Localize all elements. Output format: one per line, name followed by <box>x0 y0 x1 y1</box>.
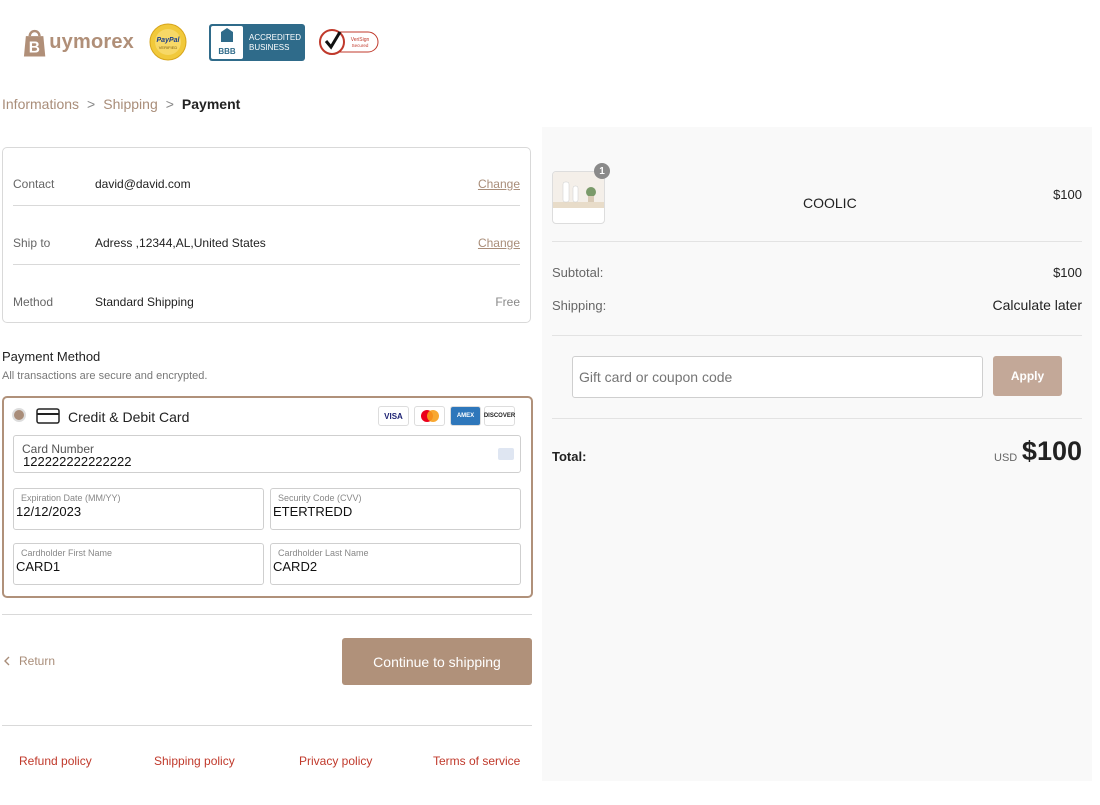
ship-to-value: Adress ,12344,AL,United States <box>95 236 266 250</box>
last-name-field[interactable]: Cardholder Last Name CARD2 <box>270 543 521 585</box>
discover-icon: DISCOVER <box>484 406 515 426</box>
method-row: Method Standard Shipping Free <box>13 273 520 331</box>
security-code-value[interactable]: ETERTREDD <box>273 504 352 519</box>
security-code-field[interactable]: Security Code (CVV) ETERTREDD <box>270 488 521 530</box>
product-price: $100 <box>1053 187 1082 202</box>
first-name-label: Cardholder First Name <box>21 548 113 558</box>
payment-method-title: Payment Method <box>2 349 101 364</box>
total-value: $100 <box>1021 436 1082 466</box>
divider <box>2 725 532 726</box>
logo-initial: B <box>29 40 40 57</box>
contact-label: Contact <box>13 177 55 191</box>
privacy-policy-link[interactable]: Privacy policy <box>299 754 372 768</box>
bbb-line1: ACCREDITED <box>249 33 301 42</box>
shopping-bag-icon: B <box>23 29 46 57</box>
terms-of-service-link[interactable]: Terms of service <box>433 754 520 768</box>
currency-code: USD <box>994 452 1018 464</box>
amex-icon: AMEX <box>450 406 481 426</box>
method-label: Method <box>13 295 54 309</box>
credit-card-radio[interactable] <box>12 408 26 422</box>
continue-to-shipping-button[interactable]: Continue to shipping <box>342 638 532 685</box>
shipping-label: Shipping: <box>552 298 607 313</box>
bbb-accredited-badge: BBB ACCREDITED BUSINESS <box>209 24 305 61</box>
coupon-code-input[interactable] <box>572 356 983 398</box>
bbb-line2: BUSINESS <box>249 43 289 52</box>
card-number-field[interactable]: Card Number 122222222222222 <box>13 435 521 473</box>
paypal-verified-text: VERIFIED <box>159 45 178 50</box>
method-value: Standard Shipping <box>95 295 194 309</box>
breadcrumb: Informations > Shipping > Payment <box>2 96 240 112</box>
change-contact-link[interactable]: Change <box>478 177 520 191</box>
breadcrumb-separator: > <box>87 96 96 112</box>
breadcrumb-shipping[interactable]: Shipping <box>103 96 158 112</box>
shipping-value: Calculate later <box>992 297 1083 313</box>
breadcrumb-payment: Payment <box>181 96 241 112</box>
return-link[interactable]: Return <box>3 654 55 668</box>
divider <box>13 205 520 206</box>
credit-card-label[interactable]: Credit & Debit Card <box>68 409 189 425</box>
divider <box>552 335 1082 336</box>
apply-coupon-button[interactable]: Apply <box>993 356 1062 396</box>
credit-card-icon <box>36 408 60 424</box>
product-image <box>553 172 604 208</box>
breadcrumb-separator: > <box>165 96 174 112</box>
divider <box>552 418 1082 419</box>
bbb-logo-text: BBB <box>218 47 236 56</box>
chevron-left-icon <box>4 656 10 666</box>
last-name-label: Cardholder Last Name <box>278 548 369 558</box>
divider <box>552 241 1082 242</box>
card-number-value[interactable]: 122222222222222 <box>23 454 131 469</box>
verisign-secured-badge: VeriSign Secured <box>319 29 379 55</box>
total-label: Total: <box>552 449 587 464</box>
last-name-value[interactable]: CARD2 <box>273 559 317 574</box>
card-mini-icon <box>498 448 514 460</box>
subtotal-label: Subtotal: <box>552 265 604 280</box>
divider <box>2 614 532 615</box>
contact-value: david@david.com <box>95 177 191 191</box>
ship-to-label: Ship to <box>13 236 51 250</box>
paypal-text: PayPal <box>157 37 181 44</box>
divider <box>13 264 520 265</box>
payment-method-subtitle: All transactions are secure and encrypte… <box>2 370 208 382</box>
first-name-field[interactable]: Cardholder First Name CARD1 <box>13 543 264 585</box>
paypal-verified-badge: PayPal VERIFIED <box>149 23 187 61</box>
subtotal-value: $100 <box>1053 265 1082 280</box>
visa-icon: VISA <box>378 406 409 426</box>
breadcrumb-informations[interactable]: Informations <box>2 96 79 112</box>
verisign-line2: Secured <box>352 43 369 48</box>
shipping-cost: Free <box>495 295 520 309</box>
shipping-policy-link[interactable]: Shipping policy <box>154 754 235 768</box>
change-address-link[interactable]: Change <box>478 236 520 250</box>
quantity-badge: 1 <box>594 163 610 179</box>
security-code-label: Security Code (CVV) <box>278 493 362 503</box>
first-name-value[interactable]: CARD1 <box>16 559 60 574</box>
expiration-label: Expiration Date (MM/YY) <box>21 493 121 503</box>
product-name: COOLIC <box>803 195 857 211</box>
expiration-date-field[interactable]: Expiration Date (MM/YY) 12/12/2023 <box>13 488 264 530</box>
order-info-box: Contact david@david.com Change Ship to A… <box>2 147 531 323</box>
logo-text: uymorex <box>49 30 134 53</box>
return-label[interactable]: Return <box>19 654 55 668</box>
brand-logo[interactable]: B uymorex <box>22 24 134 60</box>
expiration-value[interactable]: 12/12/2023 <box>16 504 81 519</box>
mastercard-icon <box>414 406 445 426</box>
product-thumbnail <box>552 171 605 224</box>
refund-policy-link[interactable]: Refund policy <box>19 754 92 768</box>
